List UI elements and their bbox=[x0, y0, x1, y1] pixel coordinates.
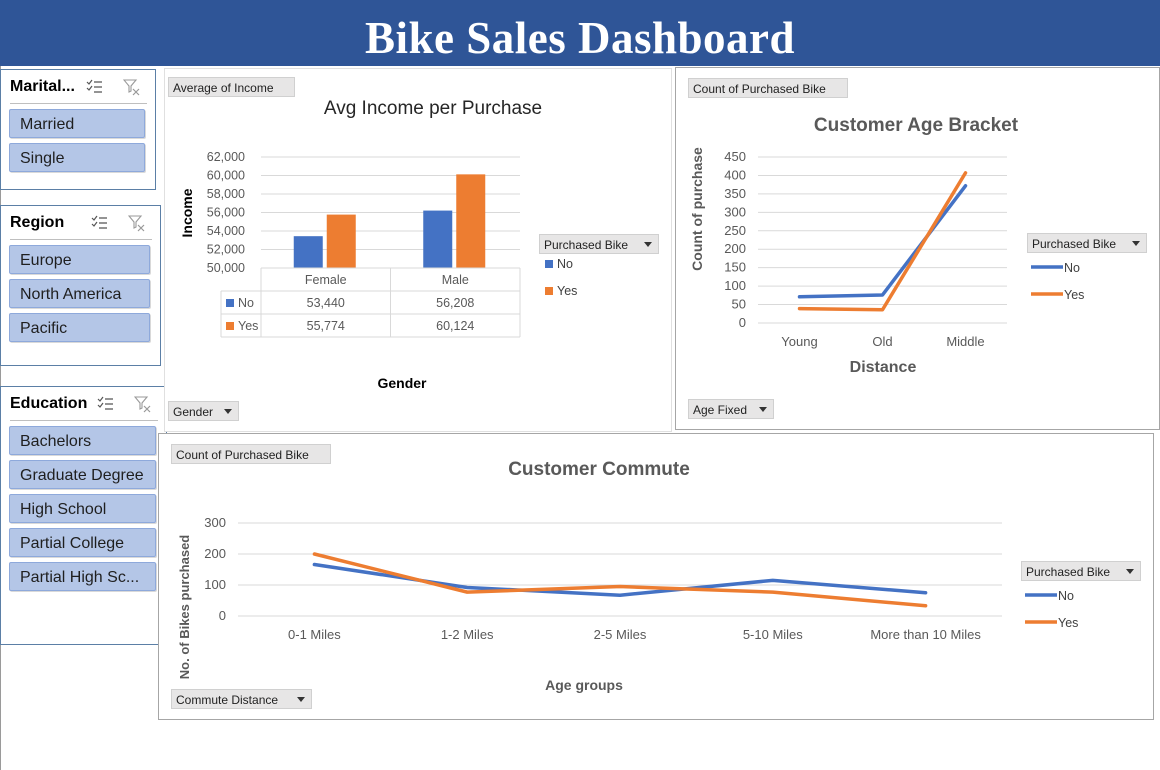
x-tick-label: 2-5 Miles bbox=[594, 627, 647, 642]
x-tick-label: Female bbox=[305, 273, 347, 287]
y-tick-label: 100 bbox=[724, 278, 746, 293]
y-tick-label: 100 bbox=[204, 577, 226, 592]
x-tick-label: Male bbox=[442, 273, 469, 287]
table-legend-key bbox=[226, 322, 234, 330]
multi-select-icon[interactable] bbox=[91, 214, 109, 232]
chart-title: Customer Age Bracket bbox=[814, 115, 1019, 136]
slicer-item-pacific[interactable]: Pacific bbox=[9, 313, 150, 342]
y-tick-label: 200 bbox=[204, 546, 226, 561]
x-axis-label: Distance bbox=[850, 359, 917, 376]
y-tick-label: 150 bbox=[724, 260, 746, 275]
slicer-header: Marital... bbox=[10, 78, 147, 104]
y-tick-label: 250 bbox=[724, 223, 746, 238]
slicer-item-high-school[interactable]: High School bbox=[9, 494, 156, 523]
legend-label: Yes bbox=[557, 284, 577, 298]
y-tick-label: 350 bbox=[724, 186, 746, 201]
legend-label: No bbox=[1064, 261, 1080, 275]
y-tick-label: 50,000 bbox=[207, 261, 245, 275]
x-tick-label: Young bbox=[781, 334, 817, 349]
legend-label: No bbox=[557, 257, 573, 271]
income-chart-svg: Avg Income per Purchase 50,000 52,000 54,00… bbox=[179, 98, 577, 391]
y-axis-label: No. of Bikes purchased bbox=[177, 535, 192, 680]
dashboard-title: Bike Sales Dashboard bbox=[364, 13, 796, 63]
x-tick-label: Old bbox=[872, 334, 892, 349]
slicer-region: Region Europe North America Pacific bbox=[0, 205, 161, 366]
slicer-item-single[interactable]: Single bbox=[9, 143, 145, 172]
bar-no-female bbox=[293, 236, 323, 268]
chart-title: Avg Income per Purchase bbox=[324, 98, 542, 119]
y-tick-label: 300 bbox=[724, 204, 746, 219]
slicer-item-bachelors[interactable]: Bachelors bbox=[9, 426, 156, 455]
legend-label: No bbox=[1058, 589, 1074, 603]
y-tick-label: 52,000 bbox=[207, 243, 245, 257]
y-tick-label: 400 bbox=[724, 167, 746, 182]
table-row-label: Yes bbox=[238, 319, 258, 333]
slicer-item-partial-college[interactable]: Partial College bbox=[9, 528, 156, 557]
x-axis-label: Age groups bbox=[545, 677, 623, 693]
slicer-item-graduate-degree[interactable]: Graduate Degree bbox=[9, 460, 156, 489]
bar-no-male bbox=[423, 210, 453, 268]
slicer-title: Marital... bbox=[10, 78, 75, 95]
slicer-header: Region bbox=[10, 214, 152, 240]
table-row-label: No bbox=[238, 296, 254, 310]
slicer-education: Education Bachelors Graduate Degree High… bbox=[0, 386, 167, 645]
y-axis-label: Count of purchase bbox=[689, 147, 705, 271]
y-tick-label: 62,000 bbox=[207, 150, 245, 164]
y-tick-label: 58,000 bbox=[207, 187, 245, 201]
y-tick-label: 0 bbox=[219, 608, 226, 623]
slicer-marital: Marital... Married Single bbox=[0, 69, 156, 190]
legend-label: Yes bbox=[1058, 616, 1078, 630]
x-tick-label: 0-1 Miles bbox=[288, 627, 341, 642]
x-tick-label: 5-10 Miles bbox=[743, 627, 803, 642]
data-label: 55,774 bbox=[307, 319, 345, 333]
multi-select-icon[interactable] bbox=[86, 78, 104, 96]
x-axis-label: Gender bbox=[377, 375, 427, 391]
y-tick-label: 450 bbox=[724, 149, 746, 164]
y-tick-label: 60,000 bbox=[207, 169, 245, 183]
slicer-item-europe[interactable]: Europe bbox=[9, 245, 150, 274]
clear-filter-icon[interactable] bbox=[123, 78, 141, 96]
slicer-item-north-america[interactable]: North America bbox=[9, 279, 150, 308]
y-tick-label: 0 bbox=[739, 315, 746, 330]
series-line-no bbox=[312, 562, 928, 597]
data-label: 53,440 bbox=[307, 296, 345, 310]
series-line-no bbox=[797, 184, 968, 299]
table-legend-key bbox=[226, 299, 234, 307]
legend-label: Yes bbox=[1064, 288, 1084, 302]
bar-yes-male bbox=[456, 174, 486, 268]
x-tick-label: Middle bbox=[946, 334, 984, 349]
y-axis-label: Income bbox=[179, 188, 195, 237]
commute-chart-svg: Customer Commute 0 100 200 300 0-1 Miles 1-2 M… bbox=[177, 459, 1078, 693]
clear-filter-icon[interactable] bbox=[134, 395, 152, 413]
legend-key-no bbox=[545, 260, 553, 268]
data-label: 60,124 bbox=[436, 319, 474, 333]
data-label: 56,208 bbox=[436, 296, 474, 310]
y-tick-label: 300 bbox=[204, 515, 226, 530]
slicer-header: Education bbox=[10, 395, 158, 421]
y-tick-label: 56,000 bbox=[207, 206, 245, 220]
y-tick-label: 54,000 bbox=[207, 224, 245, 238]
legend-key-yes bbox=[545, 287, 553, 295]
slicer-title: Region bbox=[10, 214, 65, 231]
y-tick-label: 50 bbox=[732, 297, 746, 312]
dashboard-banner: Bike Sales Dashboard bbox=[0, 0, 1160, 66]
y-tick-label: 200 bbox=[724, 241, 746, 256]
slicer-item-partial-high-school[interactable]: Partial High Sc... bbox=[9, 562, 156, 591]
age-chart-svg: Customer Age Bracket 0 50 100 150 200 250 300 35… bbox=[689, 115, 1084, 376]
multi-select-icon[interactable] bbox=[97, 395, 115, 413]
x-tick-label: More than 10 Miles bbox=[870, 627, 981, 642]
x-tick-label: 1-2 Miles bbox=[441, 627, 494, 642]
clear-filter-icon[interactable] bbox=[128, 214, 146, 232]
bar-yes-female bbox=[326, 214, 356, 268]
slicer-title: Education bbox=[10, 395, 88, 412]
slicer-item-married[interactable]: Married bbox=[9, 109, 145, 138]
chart-title: Customer Commute bbox=[508, 459, 690, 480]
